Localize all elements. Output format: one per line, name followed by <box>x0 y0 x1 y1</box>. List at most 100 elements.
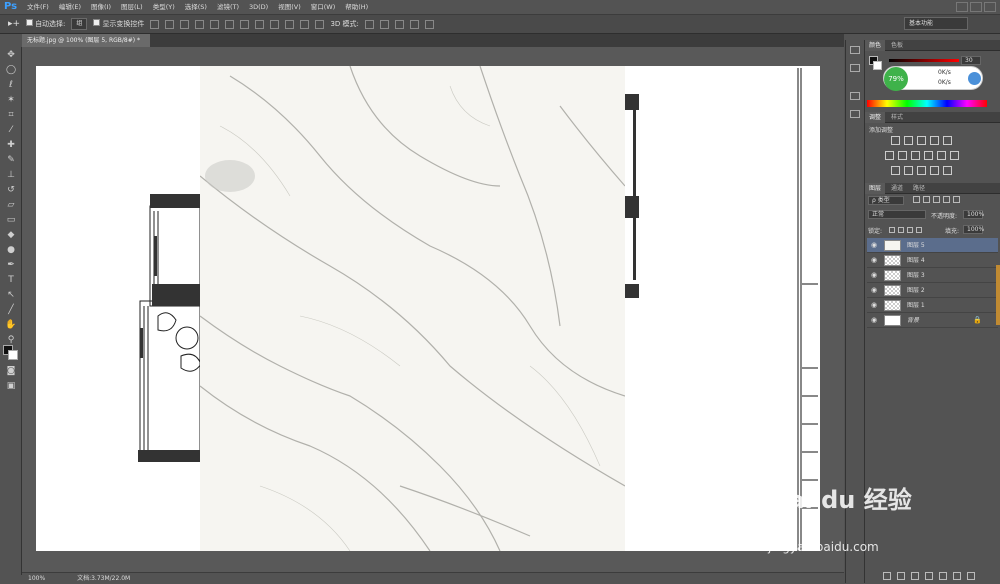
fill-input[interactable]: 100% <box>963 225 984 234</box>
background-color-swatch[interactable] <box>8 350 18 360</box>
distribute-hcenter-icon[interactable] <box>300 19 310 29</box>
distribute-right-icon[interactable] <box>315 19 325 29</box>
filter-smart-icon[interactable] <box>953 196 960 203</box>
tab-styles[interactable]: 样式 <box>887 112 907 123</box>
magic-wand-icon[interactable]: ✶ <box>5 94 17 106</box>
fx-icon[interactable] <box>897 572 905 580</box>
type-icon[interactable]: T <box>5 274 17 286</box>
link-layers-icon[interactable] <box>883 572 891 580</box>
menu-help[interactable]: 帮助(H) <box>340 0 373 14</box>
path-select-icon[interactable]: ↖ <box>5 289 17 301</box>
invert-icon[interactable] <box>891 166 900 175</box>
lock-transparent-icon[interactable] <box>889 227 895 233</box>
layer-row[interactable]: ◉ 图层 1 <box>867 298 998 313</box>
opacity-input[interactable]: 100% <box>963 210 984 219</box>
color-spectrum-bar[interactable] <box>867 100 987 107</box>
layer-name[interactable]: 图层 1 <box>907 298 925 313</box>
layer-row[interactable]: ◉ 背景 🔒 <box>867 313 998 328</box>
minimize-icon[interactable] <box>956 2 968 12</box>
channel-mixer-icon[interactable] <box>937 151 946 160</box>
align-right-icon[interactable] <box>225 19 235 29</box>
history-brush-icon[interactable]: ↺ <box>5 184 17 196</box>
move-icon[interactable]: ✥ <box>5 49 17 61</box>
hue-sat-icon[interactable] <box>885 151 894 160</box>
screen-mode-icon[interactable]: ▣ <box>5 380 17 392</box>
hand-icon[interactable]: ✋ <box>5 319 17 331</box>
menu-3d[interactable]: 3D(D) <box>244 0 273 14</box>
color-lookup-icon[interactable] <box>950 151 959 160</box>
curves-icon[interactable] <box>917 136 926 145</box>
new-group-icon[interactable] <box>939 572 947 580</box>
vibrance-icon[interactable] <box>943 136 952 145</box>
gradient-icon[interactable]: ▭ <box>5 214 17 226</box>
distribute-vcenter-icon[interactable] <box>255 19 265 29</box>
healing-brush-icon[interactable]: ✚ <box>5 139 17 151</box>
color-balance-icon[interactable] <box>898 151 907 160</box>
threshold-icon[interactable] <box>917 166 926 175</box>
filter-type-icon[interactable] <box>933 196 940 203</box>
layer-row[interactable]: ◉ 图层 2 <box>867 283 998 298</box>
menu-layer[interactable]: 图层(L) <box>116 0 148 14</box>
marquee-icon[interactable]: ◯ <box>5 64 17 76</box>
pen-icon[interactable]: ✒ <box>5 259 17 271</box>
align-bottom-icon[interactable] <box>180 19 190 29</box>
blend-mode-dropdown[interactable]: 正常 <box>868 210 926 219</box>
tab-swatches[interactable]: 色板 <box>887 40 907 51</box>
visibility-eye-icon[interactable]: ◉ <box>871 302 878 309</box>
layer-name[interactable]: 图层 5 <box>907 238 925 253</box>
layer-name[interactable]: 图层 2 <box>907 283 925 298</box>
background-color-swatch[interactable] <box>873 61 882 70</box>
3d-roll-icon[interactable] <box>379 19 389 29</box>
marble-layer-image[interactable] <box>200 66 625 551</box>
layer-name[interactable]: 图层 4 <box>907 253 925 268</box>
menu-select[interactable]: 选择(S) <box>180 0 212 14</box>
layer-name[interactable]: 图层 3 <box>907 268 925 283</box>
history-icon[interactable] <box>850 46 860 54</box>
add-mask-icon[interactable] <box>911 572 919 580</box>
align-left-icon[interactable] <box>195 19 205 29</box>
align-top-icon[interactable] <box>150 19 160 29</box>
visibility-eye-icon[interactable]: ◉ <box>871 287 878 294</box>
visibility-eye-icon[interactable]: ◉ <box>871 272 878 279</box>
align-hcenter-icon[interactable] <box>210 19 220 29</box>
lock-pixels-icon[interactable] <box>898 227 904 233</box>
posterize-icon[interactable] <box>904 166 913 175</box>
tab-color[interactable]: 颜色 <box>865 40 886 51</box>
delete-layer-icon[interactable] <box>967 572 975 580</box>
crop-icon[interactable]: ⌗ <box>5 109 17 121</box>
align-vcenter-icon[interactable] <box>165 19 175 29</box>
auto-select-checkbox[interactable]: 自动选择: <box>26 19 65 29</box>
3d-scale-icon[interactable] <box>424 19 434 29</box>
exposure-icon[interactable] <box>930 136 939 145</box>
menu-type[interactable]: 类型(Y) <box>148 0 180 14</box>
brush-icon[interactable]: ✎ <box>5 154 17 166</box>
tab-layers[interactable]: 图层 <box>865 183 886 194</box>
lock-all-icon[interactable] <box>916 227 922 233</box>
levels-icon[interactable] <box>904 136 913 145</box>
auto-select-dropdown[interactable]: 组 <box>71 18 88 30</box>
distribute-top-icon[interactable] <box>240 19 250 29</box>
gradient-map-icon[interactable] <box>930 166 939 175</box>
shape-icon[interactable]: ╱ <box>5 304 17 316</box>
speed-boost-icon[interactable] <box>968 72 981 85</box>
3d-slide-icon[interactable] <box>409 19 419 29</box>
r-slider[interactable] <box>889 59 959 62</box>
filter-pixel-icon[interactable] <box>913 196 920 203</box>
new-layer-icon[interactable] <box>953 572 961 580</box>
quick-mask-icon[interactable]: ◙ <box>5 365 17 377</box>
zoom-level[interactable]: 100% <box>28 575 45 582</box>
workspace-dropdown[interactable]: 基本功能 <box>904 17 968 30</box>
menu-filter[interactable]: 滤镜(T) <box>212 0 244 14</box>
maximize-icon[interactable] <box>970 2 982 12</box>
menu-edit[interactable]: 编辑(E) <box>54 0 86 14</box>
eraser-icon[interactable]: ▱ <box>5 199 17 211</box>
menu-image[interactable]: 图像(I) <box>86 0 116 14</box>
selective-color-icon[interactable] <box>943 166 952 175</box>
document-tab[interactable]: 无标题.jpg @ 100% (图层 5, RGB/8#) * <box>22 34 150 47</box>
eyedropper-icon[interactable]: ⁄ <box>5 124 17 136</box>
properties-icon[interactable] <box>850 64 860 72</box>
menu-window[interactable]: 窗口(W) <box>306 0 341 14</box>
stamp-icon[interactable]: ⊥ <box>5 169 17 181</box>
dodge-icon[interactable]: ● <box>5 244 17 256</box>
tab-channels[interactable]: 通道 <box>887 183 907 194</box>
